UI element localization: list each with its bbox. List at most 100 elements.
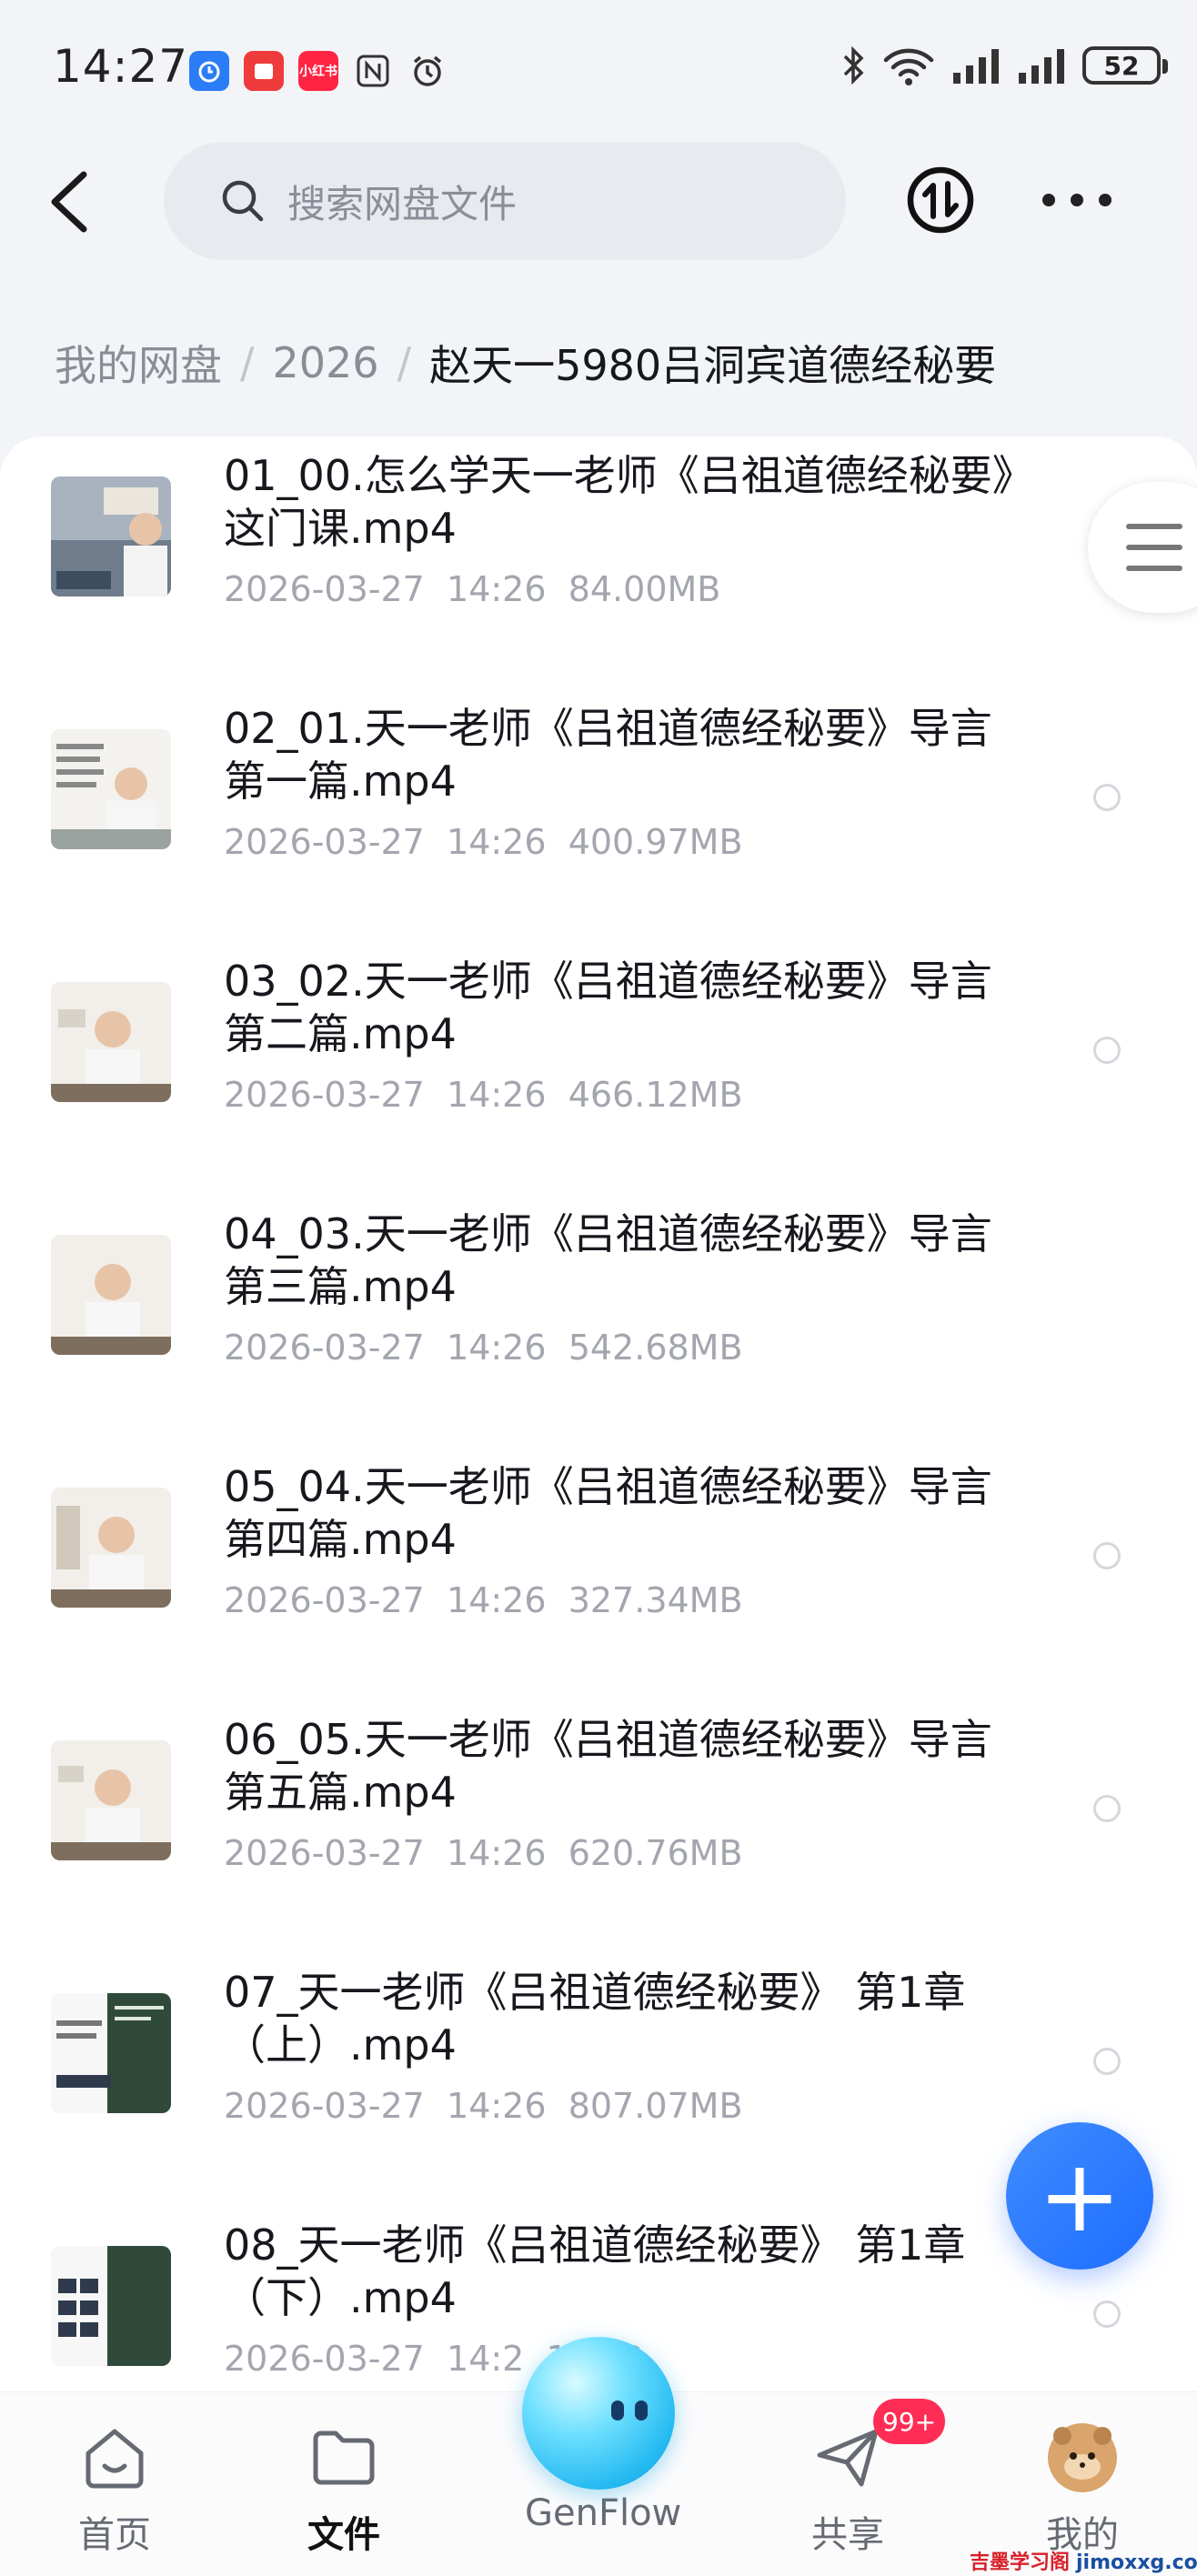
calendar-app-icon [244,51,284,91]
file-time: 14:2 [447,2339,525,2379]
signal-icon-2 [1019,49,1064,84]
back-button[interactable] [44,169,98,235]
more-dot-icon [1071,194,1083,206]
file-size: 84.00MB [568,569,721,609]
breadcrumb-current: 赵天一5980吕洞宾道德经秘要 [429,341,997,390]
file-time: 14:26 [447,2086,547,2126]
file-time: 14:26 [447,1833,547,1873]
genflow-orb-icon[interactable] [522,2337,675,2490]
bluetooth-icon [843,45,864,85]
orb-eye [611,2401,624,2421]
file-date: 2026-03-27 [224,1580,425,1620]
file-date: 2026-03-27 [224,1328,425,1368]
file-size: 542.68MB [568,1328,743,1368]
file-time: 14:26 [447,1580,547,1620]
nav-label: 首页 [78,2514,151,2556]
file-meta: 2026-03-27 14:26 620.76MB [224,1833,743,1873]
status-time: 14:27 [53,40,189,93]
file-row[interactable]: 03_02.天一老师《吕祖道德经秘要》导言 第二篇.mp4 2026-03-27… [0,942,1197,1195]
file-size: 400.97MB [568,822,743,862]
file-size: 807.07MB [568,2086,743,2126]
nav-label: 共享 [811,2514,884,2556]
file-time: 14:26 [447,1328,547,1368]
nav-item-home[interactable]: 首页 [42,2420,187,2558]
file-meta: 2026-03-27 14:26 84.00MB [224,569,720,609]
video-thumbnail [51,1993,171,2113]
file-date: 2026-03-27 [224,1075,425,1115]
battery-indicator: 52 [1082,46,1168,85]
nfc-icon [353,51,393,91]
menu-line-icon [1126,545,1182,550]
video-thumbnail [51,1235,171,1355]
search-icon [222,180,264,222]
file-meta: 2026-03-27 14:26 400.97MB [224,822,743,862]
file-date: 2026-03-27 [224,1833,425,1873]
nav-item-files[interactable]: 文件 [271,2420,417,2558]
file-date: 2026-03-27 [224,569,425,609]
watermark: 吉墨学习阁 jimoxxg.com [970,2551,1197,2574]
more-dot-icon [1042,194,1055,206]
home-icon [76,2420,153,2496]
breadcrumb-item-year[interactable]: 2026 [273,338,379,387]
menu-line-icon [1126,524,1182,529]
file-meta: 2026-03-27 14:26 542.68MB [224,1328,743,1368]
video-thumbnail [51,476,171,596]
file-meta: 2026-03-27 14:26 327.34MB [224,1580,743,1620]
video-thumbnail [51,729,171,849]
file-row[interactable]: 05_04.天一老师《吕祖道德经秘要》导言 第四篇.mp4 2026-03-27… [0,1448,1197,1700]
signal-icon [953,49,999,84]
nav-item-genflow[interactable]: GenFlow [525,2483,682,2534]
status-bar: 14:27 小红书 52 [0,0,1197,136]
file-name: 06_05.天一老师《吕祖道德经秘要》导言 第五篇.mp4 [224,1715,992,1817]
video-thumbnail [51,2246,171,2366]
file-size: 620.76MB [568,1833,743,1873]
file-time: 14:26 [447,569,547,609]
file-row[interactable]: 02_01.天一老师《吕祖道德经秘要》导言 第一篇.mp4 2026-03-27… [0,689,1197,942]
nav-item-me[interactable]: 我的 [1010,2420,1155,2558]
file-name: 07_天一老师《吕祖道德经秘要》 第1章（上）.mp4 [224,1968,966,2070]
menu-line-icon [1126,566,1182,571]
file-size: 327.34MB [568,1580,743,1620]
video-thumbnail [51,1488,171,1608]
nav-label: 文件 [307,2514,380,2556]
file-meta: 2026-03-27 14:26 466.12MB [224,1075,743,1115]
file-name: 08_天一老师《吕祖道德经秘要》 第1章（下）.mp4 [224,2220,966,2322]
more-options-button[interactable] [1042,187,1112,213]
add-button[interactable]: + [1006,2122,1153,2270]
file-name: 05_04.天一老师《吕祖道德经秘要》导言 第四篇.mp4 [224,1462,992,1564]
xiaohongshu-app-icon: 小红书 [298,51,338,91]
file-name: 04_03.天一老师《吕祖道德经秘要》导言 第三篇.mp4 [224,1209,992,1311]
breadcrumb-item-root[interactable]: 我的网盘 [55,333,222,393]
breadcrumb-separator: / [240,338,255,387]
breadcrumb: 我的网盘 / 2026 / 赵天一5980吕洞宾道德经秘要 [55,333,996,393]
file-name: 03_02.天一老师《吕祖道德经秘要》导言 第二篇.mp4 [224,957,992,1058]
transfer-list-button[interactable] [906,165,975,235]
status-app-icons: 小红书 [189,51,448,91]
wifi-icon [883,48,934,85]
video-thumbnail [51,1740,171,1860]
file-row[interactable]: 01_00.怎么学天一老师《吕祖道德经秘要》这门课.mp4 2026-03-27… [0,436,1197,689]
breadcrumb-separator: / [397,338,412,387]
select-checkbox[interactable] [1093,2048,1121,2075]
notification-badge: 99+ [873,2399,946,2444]
nav-label: GenFlow [525,2492,682,2534]
file-size: 466.12MB [568,1075,743,1115]
select-checkbox[interactable] [1093,1542,1121,1569]
select-checkbox[interactable] [1093,1037,1121,1064]
select-checkbox[interactable] [1093,2300,1121,2328]
file-time: 14:26 [447,1075,547,1115]
video-thumbnail [51,982,171,1102]
search-input[interactable]: 搜索网盘文件 [164,142,846,260]
alarm-app-icon [189,51,229,91]
status-indicators: 52 [842,45,1168,85]
avatar-icon [1044,2420,1121,2496]
file-row[interactable]: 06_05.天一老师《吕祖道德经秘要》导言 第五篇.mp4 2026-03-27… [0,1700,1197,1953]
file-row[interactable]: 04_03.天一老师《吕祖道德经秘要》导言 第三篇.mp4 2026-03-27… [0,1195,1197,1448]
file-date: 2026-03-27 [224,2086,425,2126]
select-checkbox[interactable] [1093,784,1121,811]
select-checkbox[interactable] [1093,1795,1121,1822]
file-meta: 2026-03-27 14:26 807.07MB [224,2086,743,2126]
alarm-off-icon [407,51,448,91]
more-dot-icon [1099,194,1112,206]
orb-eye [635,2401,648,2421]
